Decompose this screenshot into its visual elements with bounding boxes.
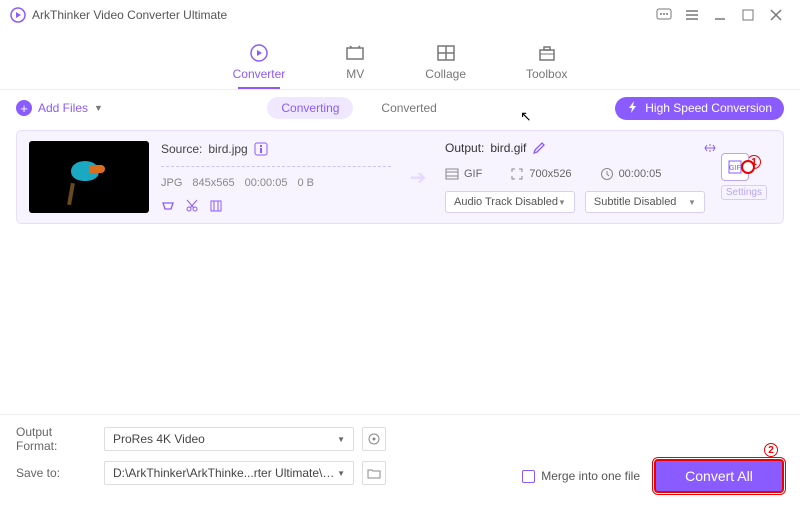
app-logo	[10, 7, 26, 23]
enhance-icon[interactable]	[209, 199, 223, 213]
film-icon	[445, 167, 459, 181]
output-filename: bird.gif	[490, 141, 526, 155]
callout-marker-2: 2	[764, 443, 778, 457]
file-card: Source: bird.jpg JPG 845x565 00:00:05 0 …	[16, 130, 784, 224]
chevron-down-icon: ▼	[94, 103, 103, 113]
add-files-button[interactable]: + Add Files ▼	[16, 100, 103, 116]
resolution-icon	[510, 167, 524, 181]
svg-text:GIF: GIF	[729, 165, 741, 172]
tab-toolbox[interactable]: Toolbox	[526, 43, 567, 89]
cursor-icon: ↖	[520, 108, 532, 125]
high-speed-conversion-button[interactable]: High Speed Conversion	[615, 97, 784, 120]
collage-icon	[436, 43, 456, 63]
source-resolution: 845x565	[192, 177, 234, 189]
output-format-settings-button[interactable]	[362, 427, 386, 451]
output-label: Output:	[445, 141, 484, 155]
add-files-label: Add Files	[38, 101, 88, 115]
tab-collage-label: Collage	[425, 67, 466, 81]
edit-icon[interactable]	[532, 141, 546, 155]
converter-icon	[249, 43, 269, 63]
output-settings-button[interactable]: GIF	[721, 153, 749, 181]
chevron-down-icon: ▼	[688, 198, 696, 207]
convert-all-button[interactable]: Convert All	[654, 459, 784, 493]
arrow-right-icon: ➔	[403, 165, 433, 190]
save-to-select[interactable]: D:\ArkThinker\ArkThinke...rter Ultimate\…	[104, 461, 354, 485]
maximize-icon[interactable]	[734, 1, 762, 29]
source-size: 0 B	[297, 177, 314, 189]
lightning-icon	[627, 101, 639, 116]
split-icon[interactable]	[703, 141, 717, 155]
mv-icon	[345, 43, 365, 63]
subtitle-dropdown[interactable]: Subtitle Disabled ▼	[585, 191, 705, 213]
info-icon[interactable]	[254, 142, 268, 156]
trim-icon[interactable]	[161, 199, 175, 213]
save-to-value: D:\ArkThinker\ArkThinke...rter Ultimate\…	[113, 466, 337, 480]
tab-toolbox-label: Toolbox	[526, 67, 567, 81]
output-format-value: ProRes 4K Video	[113, 432, 205, 446]
toolbox-icon	[537, 43, 557, 63]
merge-label: Merge into one file	[541, 469, 640, 483]
checkbox-icon	[522, 470, 535, 483]
app-title: ArkThinker Video Converter Ultimate	[32, 8, 227, 22]
chevron-down-icon: ▼	[337, 435, 345, 444]
source-format: JPG	[161, 177, 182, 189]
clock-icon	[600, 167, 614, 181]
audio-track-dropdown[interactable]: Audio Track Disabled▼	[445, 191, 575, 213]
merge-checkbox[interactable]: Merge into one file	[522, 469, 640, 483]
subtab-converted[interactable]: Converted	[367, 97, 450, 119]
output-format-label: Output Format:	[16, 425, 96, 453]
tab-collage[interactable]: Collage	[425, 43, 466, 89]
minimize-icon[interactable]	[706, 1, 734, 29]
output-format-select[interactable]: ProRes 4K Video ▼	[104, 427, 354, 451]
save-to-label: Save to:	[16, 466, 96, 480]
close-icon[interactable]	[762, 1, 790, 29]
plus-icon: +	[16, 100, 32, 116]
subtitle-value: Subtitle Disabled	[594, 196, 677, 208]
source-filename: bird.jpg	[208, 142, 247, 156]
tab-converter[interactable]: Converter	[233, 43, 286, 89]
source-thumbnail[interactable]	[29, 141, 149, 213]
output-resolution: 700x526	[529, 168, 571, 180]
open-folder-button[interactable]	[362, 461, 386, 485]
chevron-down-icon: ▼	[558, 198, 566, 207]
source-duration: 00:00:05	[245, 177, 288, 189]
output-format: GIF	[464, 168, 482, 180]
tab-converter-label: Converter	[233, 67, 286, 81]
audio-track-value: Audio Track Disabled	[454, 196, 558, 208]
subtab-converting[interactable]: Converting	[267, 97, 353, 119]
cut-icon[interactable]	[185, 199, 199, 213]
source-label: Source:	[161, 142, 202, 156]
high-speed-label: High Speed Conversion	[645, 101, 772, 115]
menu-icon[interactable]	[678, 1, 706, 29]
tab-mv-label: MV	[346, 67, 364, 81]
feedback-icon[interactable]	[650, 1, 678, 29]
tab-mv[interactable]: MV	[345, 43, 365, 89]
output-duration: 00:00:05	[619, 168, 662, 180]
chevron-down-icon: ▼	[337, 469, 345, 478]
